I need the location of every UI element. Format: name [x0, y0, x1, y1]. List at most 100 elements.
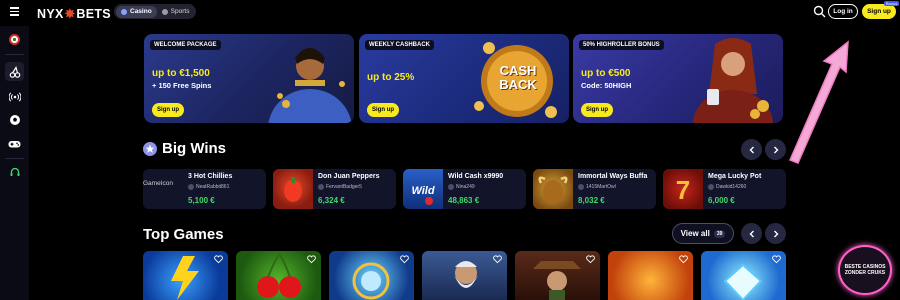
chevron-left-icon [749, 146, 754, 153]
live-broadcast-icon[interactable] [8, 90, 21, 103]
heart-icon[interactable] [307, 255, 316, 264]
user-avatar-icon [318, 184, 324, 190]
banner-label: WELCOME PACKAGE [150, 40, 221, 50]
pharaoh-character-image [268, 48, 352, 123]
win-amount: 6,000 € [708, 196, 735, 205]
heart-icon[interactable] [493, 255, 502, 264]
highroller-character-image [693, 38, 773, 123]
win-user: FervantBadger5 [318, 184, 362, 190]
search-icon[interactable] [813, 5, 826, 18]
login-button[interactable]: Log in [828, 4, 858, 19]
top-games-prev-button[interactable] [741, 223, 762, 244]
user-avatar-icon [708, 184, 714, 190]
win-user: Nina249 [448, 184, 475, 190]
user-avatar-icon [578, 184, 584, 190]
win-user: 1415MartOwl [578, 184, 616, 190]
sidebar-divider [5, 158, 24, 159]
heart-icon[interactable] [214, 255, 223, 264]
svg-text:7: 7 [676, 175, 690, 205]
user-avatar-icon [188, 184, 194, 190]
game-thumbnail [533, 169, 573, 209]
heart-icon[interactable] [586, 255, 595, 264]
big-win-card[interactable]: Don Juan Peppers FervantBadger5 6,324 € [273, 169, 396, 209]
banner-welcome-package[interactable]: WELCOME PACKAGE up to €1,500 + 150 Free … [144, 34, 354, 123]
signup-button[interactable]: Sign up [862, 4, 896, 19]
signup-bonus-tag: Bonus [884, 1, 900, 6]
banner-highroller-bonus[interactable]: 50% HIGHROLLER BONUS up to €500 Code: 50… [573, 34, 783, 123]
game-tile[interactable] [608, 251, 693, 300]
win-game-name: Wild Cash x9990 [448, 173, 504, 180]
win-amount: 48,863 € [448, 196, 480, 205]
casino-icon [121, 8, 127, 15]
banner-signup-button[interactable]: Sign up [581, 103, 613, 117]
banner-subtitle: Code: 50HIGH [581, 81, 632, 90]
tab-sports-label: Sports [170, 8, 190, 15]
lucky-seven-icon: 7 [676, 175, 690, 205]
sidebar [0, 26, 29, 300]
hamburger-menu-icon[interactable] [10, 7, 19, 16]
user-avatar-icon [448, 184, 454, 190]
chevron-right-icon [773, 146, 778, 153]
heart-icon[interactable] [772, 255, 781, 264]
big-win-card[interactable]: GameIcon 3 Hot Chillies NeatRabbit861 5,… [143, 169, 266, 209]
page: NYX ✸ BETS Casino Sports Log in Sign up … [0, 0, 900, 300]
banner-label: 50% HIGHROLLER BONUS [579, 40, 664, 50]
banner-subtitle: + 150 Free Spins [152, 81, 212, 90]
tab-casino[interactable]: Casino [116, 5, 157, 18]
casino-promo-badge[interactable]: BESTE CASINOS ZONDER CRUKS [838, 245, 892, 295]
wild-cash-logo-icon: Wild [411, 185, 435, 205]
game-tile[interactable] [329, 251, 414, 300]
big-win-card[interactable]: 7 Mega Lucky Pot Dawkid14260 6,000 € [663, 169, 786, 209]
logo-text-left: NYX [37, 6, 64, 21]
chevron-left-icon [749, 230, 754, 237]
game-thumbnail: Wild [403, 169, 443, 209]
game-tile[interactable] [422, 251, 507, 300]
cashback-art-text: CASH BACK [499, 63, 537, 92]
big-wins-prev-button[interactable] [741, 139, 762, 160]
game-tile[interactable] [515, 251, 600, 300]
game-thumbnail [273, 169, 313, 209]
big-win-card[interactable]: Immortal Ways Buffa 1415MartOwl 8,032 € [533, 169, 656, 209]
win-username: Nina249 [456, 184, 475, 190]
win-username: NeatRabbit861 [196, 184, 230, 190]
brand-logo[interactable]: NYX ✸ BETS [37, 6, 111, 22]
sidebar-divider [5, 54, 24, 55]
gamepad-icon[interactable] [8, 137, 21, 150]
game-tile[interactable] [143, 251, 228, 300]
cherries-icon[interactable] [8, 65, 21, 78]
star-badge-icon [143, 142, 157, 156]
banner-weekly-cashback[interactable]: WEEKLY CASHBACK up to 25% Sign up CASH B… [359, 34, 569, 123]
big-win-card[interactable]: Wild Wild Cash x9990 Nina249 48,863 € [403, 169, 526, 209]
banner-signup-button[interactable]: Sign up [152, 103, 184, 117]
dartboard-icon[interactable] [8, 33, 21, 46]
game-thumbnail-alt: GameIcon [143, 180, 173, 187]
view-all-button[interactable]: View all 39 [672, 223, 734, 244]
win-amount: 6,324 € [318, 196, 345, 205]
banner-title: up to 25% [367, 72, 415, 83]
pepper-icon [284, 177, 302, 202]
top-games-next-button[interactable] [765, 223, 786, 244]
tab-sports[interactable]: Sports [157, 6, 195, 18]
game-tile[interactable] [236, 251, 321, 300]
banner-title: up to €1,500 [152, 68, 210, 79]
heart-icon[interactable] [679, 255, 688, 264]
logo-text-right: BETS [76, 6, 111, 21]
pink-arrow-overlay [788, 40, 849, 164]
product-switcher: Casino Sports [114, 4, 197, 19]
heart-icon[interactable] [400, 255, 409, 264]
win-username: Dawkid14260 [716, 184, 747, 190]
svg-text:Wild: Wild [411, 185, 434, 197]
logo-flame-icon: ✸ [64, 7, 76, 21]
football-icon [161, 8, 168, 15]
win-game-name: Immortal Ways Buffa [578, 173, 648, 180]
big-wins-next-button[interactable] [765, 139, 786, 160]
banner-label: WEEKLY CASHBACK [365, 40, 435, 50]
win-user: NeatRabbit861 [188, 184, 229, 190]
banner-signup-button[interactable]: Sign up [367, 103, 399, 117]
football-icon[interactable] [8, 113, 21, 126]
support-icon[interactable] [8, 166, 21, 179]
buffalo-icon [538, 176, 568, 204]
top-games-title: Top Games [143, 226, 224, 243]
game-tile[interactable] [701, 251, 786, 300]
view-all-label: View all [680, 229, 710, 238]
